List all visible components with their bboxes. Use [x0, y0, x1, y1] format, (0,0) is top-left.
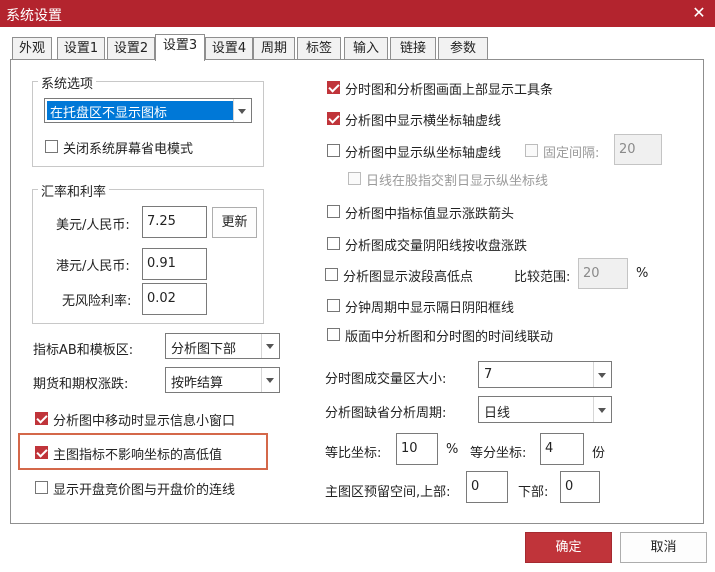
volume-area-select[interactable]: 7: [478, 361, 612, 388]
v-axis-label: 分析图中显示纵坐标轴虚线: [345, 146, 502, 161]
tab-settings-4[interactable]: 设置4: [205, 37, 253, 60]
equal-axis-input[interactable]: 4: [540, 433, 584, 465]
update-button[interactable]: 更新: [212, 207, 257, 238]
timeline-link-label: 版面中分析图和分时图的时间线联动: [345, 330, 554, 345]
default-period-value: 日线: [484, 406, 511, 421]
close-icon[interactable]: ✕: [688, 3, 710, 23]
volume-area-value: 7: [484, 367, 493, 382]
daily-split-label: 日线在股指交割日显示纵坐标线: [366, 174, 549, 189]
system-options-legend: 系统选项: [38, 73, 97, 92]
reserve-top-label: 主图区预留空间,上部:: [325, 485, 451, 500]
hkd-rate-input[interactable]: 0.91: [142, 248, 207, 280]
compare-range-label: 比较范围:: [514, 270, 571, 285]
main-indicator-label: 主图指标不影响坐标的高低值: [53, 448, 223, 463]
tab-appearance[interactable]: 外观: [12, 37, 52, 60]
toolbar-checkbox[interactable]: [327, 81, 340, 94]
futures-select[interactable]: 按昨结算: [165, 367, 280, 393]
fixed-interval-checkbox[interactable]: [525, 144, 538, 157]
indicator-ab-value: 分析图下部: [171, 342, 237, 357]
minute-frame-checkbox[interactable]: [327, 299, 340, 312]
toolbar-label: 分时图和分析图画面上部显示工具条: [345, 83, 554, 98]
chevron-down-icon: [261, 368, 279, 392]
arrow-checkbox[interactable]: [327, 205, 340, 218]
timeline-link-checkbox[interactable]: [327, 328, 340, 341]
tab-links[interactable]: 链接: [390, 37, 436, 60]
volume-area-label: 分时图成交量区大小:: [325, 372, 447, 387]
title-bar: 系统设置 ✕: [0, 0, 715, 27]
tray-select-value: 在托盘区不显示图标: [50, 106, 168, 121]
close-screensaver-label: 关闭系统屏幕省电模式: [63, 142, 194, 157]
risk-free-label: 无风险利率:: [62, 294, 132, 309]
tab-settings-2[interactable]: 设置2: [107, 37, 155, 60]
futures-label: 期货和期权涨跌:: [33, 377, 129, 392]
tab-settings-3[interactable]: 设置3: [155, 34, 205, 61]
indicator-ab-label: 指标AB和模板区:: [33, 343, 134, 358]
tab-input[interactable]: 输入: [344, 37, 388, 60]
indicator-ab-select[interactable]: 分析图下部: [165, 333, 280, 359]
settings-dialog: 系统设置 ✕ 外观 设置1 设置2 设置3 设置4 周期 标签 输入 链接 参数…: [0, 0, 715, 572]
auction-line-checkbox[interactable]: [35, 481, 48, 494]
fixed-interval-input[interactable]: 20: [614, 134, 662, 165]
default-period-select[interactable]: 日线: [478, 396, 612, 423]
minute-frame-label: 分钟周期中显示隔日阴阳框线: [345, 301, 515, 316]
usd-label: 美元/人民币:: [56, 218, 130, 233]
ratio-axis-input[interactable]: 10: [396, 433, 438, 465]
equal-axis-label: 等分坐标:: [470, 446, 527, 461]
volume-color-label: 分析图成交量阴阳线按收盘涨跌: [345, 239, 528, 254]
cancel-button[interactable]: 取消: [620, 532, 707, 563]
daily-split-checkbox[interactable]: [348, 172, 361, 185]
auction-line-label: 显示开盘竞价图与开盘价的连线: [53, 483, 236, 498]
info-window-checkbox[interactable]: [35, 412, 48, 425]
tray-icon-select[interactable]: 在托盘区不显示图标: [44, 98, 252, 123]
risk-free-rate-input[interactable]: 0.02: [142, 283, 207, 315]
default-period-label: 分析图缺省分析周期:: [325, 406, 447, 421]
close-screensaver-checkbox[interactable]: [45, 140, 58, 153]
chevron-down-icon: [593, 397, 611, 422]
chevron-down-icon: [233, 99, 251, 122]
tab-labels[interactable]: 标签: [297, 37, 341, 60]
volume-color-checkbox[interactable]: [327, 237, 340, 250]
usd-rate-input[interactable]: 7.25: [142, 206, 207, 238]
wave-points-checkbox[interactable]: [325, 268, 338, 281]
arrow-label: 分析图中指标值显示涨跌箭头: [345, 207, 515, 222]
tab-period[interactable]: 周期: [253, 37, 295, 60]
compare-percent: %: [636, 266, 649, 281]
chevron-down-icon: [593, 362, 611, 387]
exchange-rate-legend: 汇率和利率: [38, 181, 110, 200]
h-axis-label: 分析图中显示横坐标轴虚线: [345, 114, 502, 129]
tab-params[interactable]: 参数: [438, 37, 488, 60]
ok-button[interactable]: 确定: [525, 532, 612, 563]
h-axis-checkbox[interactable]: [327, 112, 340, 125]
hkd-label: 港元/人民币:: [56, 259, 130, 274]
fixed-interval-label: 固定间隔:: [543, 146, 600, 161]
futures-value: 按昨结算: [171, 376, 224, 391]
equal-axis-unit: 份: [592, 446, 606, 461]
wave-points-label: 分析图显示波段高低点: [343, 270, 474, 285]
reserve-bottom-input[interactable]: 0: [560, 471, 600, 503]
reserve-top-input[interactable]: 0: [466, 471, 508, 503]
info-window-label: 分析图中移动时显示信息小窗口: [53, 414, 236, 429]
chevron-down-icon: [261, 334, 279, 358]
main-indicator-checkbox[interactable]: [35, 446, 48, 459]
reserve-bottom-label: 下部:: [518, 485, 549, 500]
compare-range-input[interactable]: 20: [578, 258, 628, 289]
v-axis-checkbox[interactable]: [327, 144, 340, 157]
ratio-axis-label: 等比坐标:: [325, 446, 382, 461]
window-title: 系统设置: [6, 8, 62, 24]
ratio-axis-unit: %: [446, 442, 459, 457]
tab-settings-1[interactable]: 设置1: [57, 37, 105, 60]
